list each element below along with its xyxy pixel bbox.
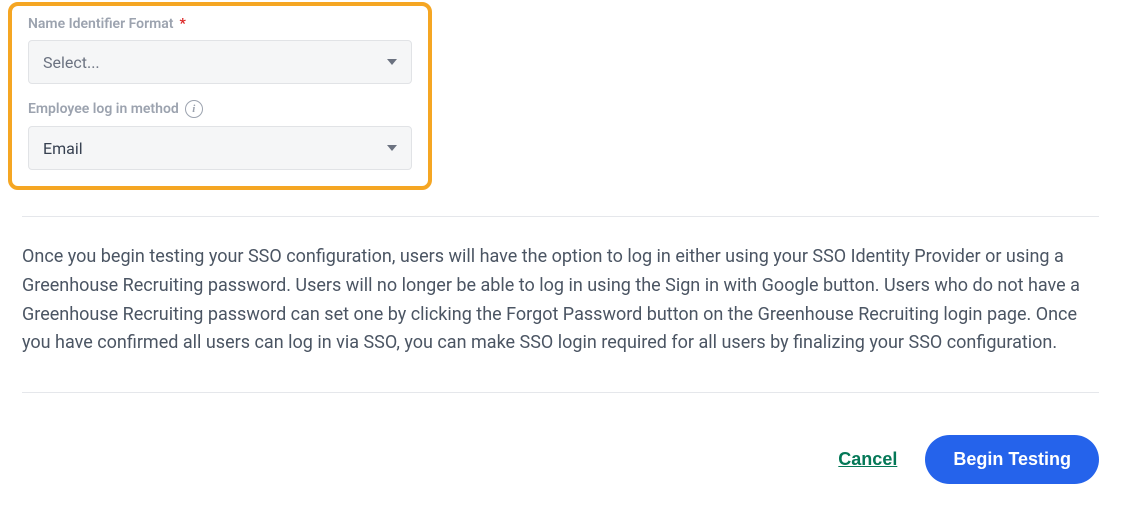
chevron-down-icon [387, 145, 397, 151]
label-text: Employee log in method [28, 101, 179, 117]
sso-description-text: Once you begin testing your SSO configur… [0, 217, 1121, 358]
action-footer: Cancel Begin Testing [0, 435, 1121, 484]
employee-login-label: Employee log in method i [28, 100, 412, 118]
info-icon[interactable]: i [185, 100, 203, 118]
name-identifier-field: Name Identifier Format * Select... [28, 16, 412, 84]
required-asterisk-icon: * [180, 16, 186, 32]
cancel-button[interactable]: Cancel [838, 449, 897, 470]
chevron-down-icon [387, 59, 397, 65]
name-identifier-label: Name Identifier Format * [28, 16, 412, 32]
employee-login-select[interactable]: Email [28, 126, 412, 170]
select-value: Email [43, 139, 83, 158]
employee-login-field: Employee log in method i Email [28, 100, 412, 170]
begin-testing-button[interactable]: Begin Testing [925, 435, 1099, 484]
name-identifier-select[interactable]: Select... [28, 40, 412, 84]
section-divider [22, 392, 1099, 393]
label-text: Name Identifier Format [28, 16, 174, 32]
select-value: Select... [43, 53, 100, 72]
highlighted-config-section: Name Identifier Format * Select... Emplo… [8, 2, 432, 190]
